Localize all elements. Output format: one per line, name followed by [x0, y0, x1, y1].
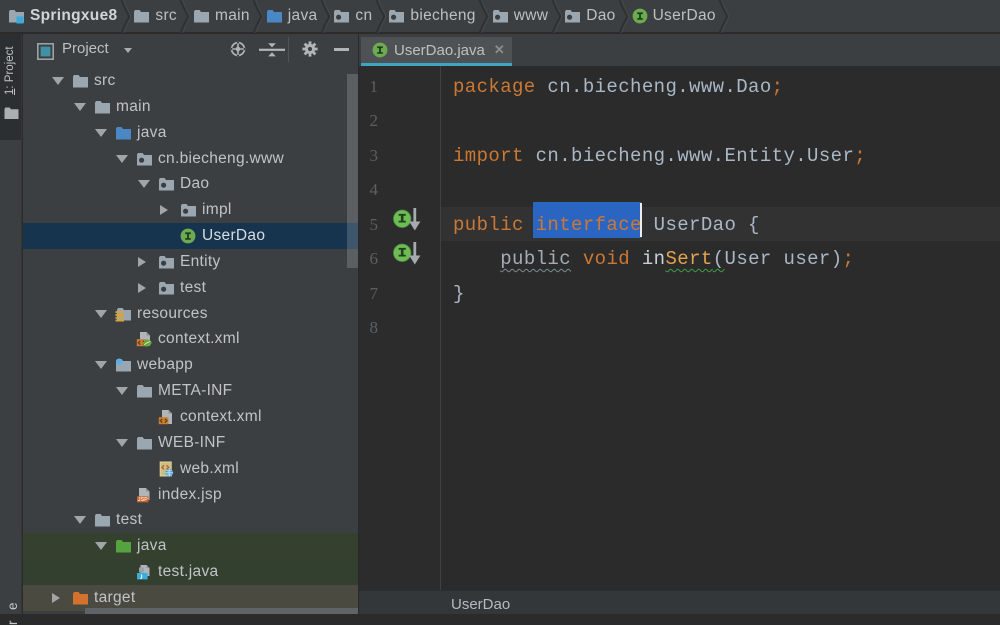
svg-text:JSP: JSP [138, 497, 149, 503]
